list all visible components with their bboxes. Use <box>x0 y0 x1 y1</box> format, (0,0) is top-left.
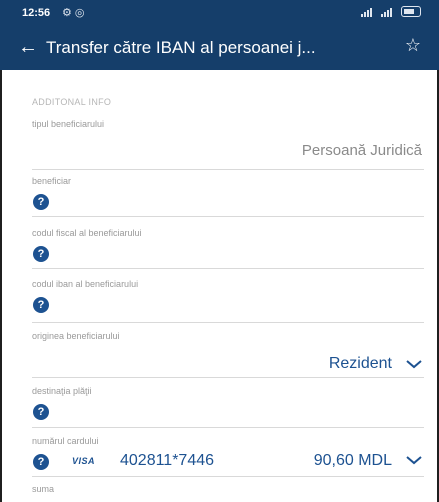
divider <box>32 216 424 217</box>
iban-code-label: codul iban al beneficiarului <box>32 279 139 289</box>
divider <box>32 322 424 323</box>
wifi-signal-icon <box>381 7 395 17</box>
beneficiary-origin-label: originea beneficiarului <box>32 331 120 341</box>
card-number-value[interactable]: 402811*7446 <box>120 452 214 470</box>
help-icon[interactable]: ? <box>33 297 49 313</box>
beneficiary-type-value: Persoană Juridică <box>301 142 422 159</box>
card-number-field[interactable]: numărul cardului ? VISA 402811*7446 90,6… <box>32 436 424 476</box>
payment-destination-label: destinaţia plăţii <box>32 386 92 396</box>
status-bar: 12:56 ⚙ ◎ <box>0 0 439 26</box>
app-bar: ← Transfer către IBAN al persoanei j... … <box>0 26 439 70</box>
fiscal-code-field[interactable]: codul fiscal al beneficiarului ? <box>32 228 424 268</box>
divider <box>32 169 424 170</box>
help-icon[interactable]: ? <box>33 194 49 210</box>
chevron-down-icon[interactable] <box>406 455 422 465</box>
help-icon[interactable]: ? <box>33 246 49 262</box>
visa-logo: VISA <box>72 456 96 466</box>
beneficiary-label: beneficiar <box>32 176 72 186</box>
divider <box>32 268 424 269</box>
beneficiary-field[interactable]: beneficiar ? <box>32 176 424 216</box>
star-icon[interactable]: ☆ <box>405 35 421 56</box>
beneficiary-type-field[interactable]: tipul beneficiarului Persoană Juridică <box>32 119 424 159</box>
amount-field[interactable]: suma <box>32 484 424 494</box>
payment-destination-field[interactable]: destinaţia plăţii ? <box>32 386 424 426</box>
iban-code-field[interactable]: codul iban al beneficiarului ? <box>32 279 424 319</box>
divider <box>32 476 424 477</box>
card-balance-value[interactable]: 90,60 MDL <box>314 452 392 470</box>
signal-icon <box>361 7 375 17</box>
beneficiary-origin-value[interactable]: Rezident <box>329 355 392 373</box>
beneficiary-origin-field[interactable]: originea beneficiarului Rezident <box>32 331 424 373</box>
form-content: ADDITONAL INFO tipul beneficiarului Pers… <box>0 70 439 502</box>
battery-icon <box>401 6 421 17</box>
fiscal-code-label: codul fiscal al beneficiarului <box>32 228 142 238</box>
page-title: Transfer către IBAN al persoanei j... <box>46 38 316 57</box>
back-arrow-icon[interactable]: ← <box>18 34 42 60</box>
status-right-icons <box>361 6 421 17</box>
beneficiary-type-label: tipul beneficiarului <box>32 119 105 129</box>
status-notification-icons: ⚙ ◎ <box>62 7 85 19</box>
amount-label: suma <box>32 484 55 494</box>
divider <box>32 427 424 428</box>
section-title: ADDITONAL INFO <box>32 97 112 107</box>
card-number-label: numărul cardului <box>32 436 99 446</box>
help-icon[interactable]: ? <box>33 454 49 470</box>
chevron-down-icon[interactable] <box>406 359 422 369</box>
divider <box>32 377 424 378</box>
status-time: 12:56 <box>22 7 51 19</box>
help-icon[interactable]: ? <box>33 404 49 420</box>
